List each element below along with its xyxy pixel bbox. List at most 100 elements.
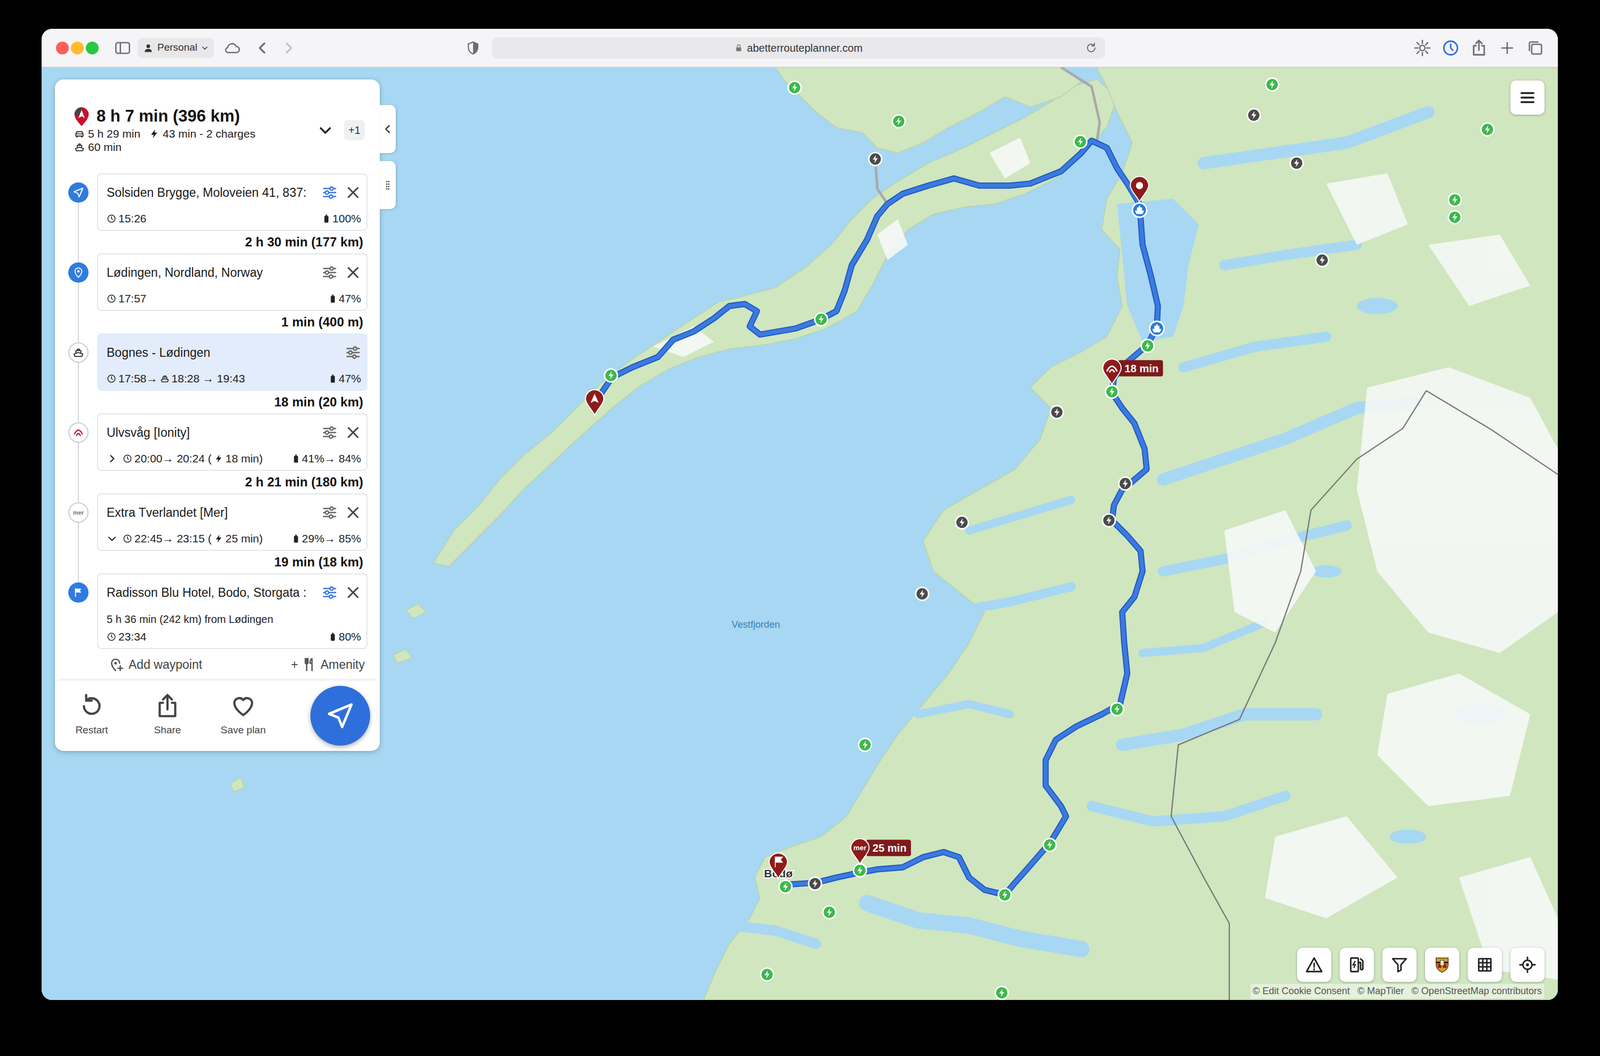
charger-marker[interactable]	[868, 152, 882, 166]
stop-card[interactable]: Radisson Blu Hotel, Bodo, Storgata :5 h …	[97, 573, 368, 650]
settings-gear-icon[interactable]	[1413, 38, 1432, 58]
charger-marker[interactable]	[808, 877, 822, 891]
map-tool-button[interactable]	[1297, 947, 1332, 982]
charger-marker[interactable]	[814, 313, 828, 326]
charger-marker[interactable]	[1050, 405, 1064, 419]
stop-card[interactable]: Solsiden Brygge, Moloveien 41, 837:15:26…	[97, 173, 368, 231]
charger-marker[interactable]	[892, 114, 906, 128]
stop-name[interactable]: Solsiden Brygge, Moloveien 41, 837:	[106, 183, 315, 203]
route-line[interactable]	[594, 140, 1158, 895]
start-navigation-button[interactable]	[310, 685, 371, 746]
route-pin[interactable]: 25 minmer	[850, 838, 911, 865]
action-button[interactable]: Share	[135, 692, 200, 739]
charger-marker[interactable]	[1448, 210, 1462, 224]
map-tool-button[interactable]	[1339, 947, 1374, 982]
stop-name[interactable]: Bognes - Lødingen	[106, 343, 338, 363]
charger-marker[interactable]	[760, 968, 774, 981]
charger-marker[interactable]	[1043, 838, 1056, 852]
extension-icon[interactable]	[1441, 38, 1460, 58]
back-icon[interactable]	[254, 40, 271, 56]
route-pin[interactable]	[769, 852, 788, 879]
charger-marker[interactable]	[1110, 702, 1124, 716]
settings-sliders-icon[interactable]	[321, 504, 338, 521]
remove-stop-icon[interactable]	[345, 584, 362, 601]
action-button[interactable]: Restart	[59, 692, 124, 739]
ferry-marker[interactable]	[1132, 203, 1147, 218]
stop-card[interactable]: Extra Tverlandet [Mer]22:45→ 23:15 (25 m…	[97, 493, 368, 551]
stop-card[interactable]: Bognes - Lødingen17:58→18:28 → 19:4347%	[97, 333, 368, 391]
add-waypoint-button[interactable]: Add waypoint	[108, 655, 203, 675]
charger-marker[interactable]	[1074, 135, 1087, 149]
map-tool-button[interactable]	[1467, 947, 1502, 982]
charger-marker[interactable]	[1448, 193, 1462, 207]
expand-chevron-icon[interactable]	[106, 533, 118, 544]
privacy-shield-icon[interactable]	[465, 40, 482, 56]
address-display[interactable]: abetterrouteplanner.com	[512, 40, 1085, 56]
collapse-panel-button[interactable]	[379, 105, 396, 154]
cloud-icon[interactable]	[223, 38, 242, 58]
charger-marker[interactable]	[788, 81, 802, 94]
minimize-button[interactable]	[70, 41, 84, 55]
stop-name[interactable]: Radisson Blu Hotel, Bodo, Storgata :	[106, 583, 315, 603]
route-pin[interactable]	[1130, 176, 1149, 203]
sidebar-icon[interactable]	[113, 38, 132, 58]
map[interactable]: VestfjordenBodø18 min25 minmer8 h 7 min …	[41, 67, 1558, 1000]
ferry-marker[interactable]	[1149, 321, 1165, 336]
charger-marker[interactable]	[955, 515, 969, 529]
address-text[interactable]: abetterrouteplanner.com	[747, 40, 863, 56]
stop-card[interactable]: Ulvsvåg [Ionity]20:00→ 20:24 (18 min)41%…	[97, 413, 368, 471]
settings-sliders-icon[interactable]	[345, 344, 362, 361]
charger-marker[interactable]	[779, 880, 792, 894]
action-button[interactable]: Save plan	[211, 692, 276, 739]
route-pin[interactable]: 18 min	[1102, 358, 1164, 385]
charger-marker[interactable]	[604, 369, 618, 382]
settings-sliders-icon[interactable]	[321, 264, 338, 281]
charger-marker[interactable]	[998, 888, 1012, 902]
charger-marker[interactable]	[1247, 108, 1261, 122]
new-tab-icon[interactable]	[1498, 38, 1517, 58]
map-menu-button[interactable]	[1510, 80, 1545, 115]
stop-card[interactable]: Lødingen, Nordland, Norway17:5747%	[97, 253, 368, 311]
attribution-link[interactable]: © OpenStreetMap contributors	[1411, 984, 1542, 999]
charger-marker[interactable]	[1118, 477, 1132, 491]
charger-marker[interactable]	[1265, 77, 1279, 91]
charger-marker[interactable]	[995, 986, 1008, 1000]
map-tool-button[interactable]	[1425, 947, 1460, 982]
charger-marker[interactable]	[1141, 339, 1155, 352]
profile-menu[interactable]: Personal	[137, 37, 214, 59]
reload-icon[interactable]	[1084, 41, 1098, 55]
settings-sliders-icon[interactable]	[321, 424, 338, 441]
stop-name[interactable]: Extra Tverlandet [Mer]	[106, 503, 315, 523]
alternatives-button[interactable]: +1	[344, 120, 365, 141]
stop-name[interactable]: Lødingen, Nordland, Norway	[106, 263, 315, 283]
settings-sliders-icon[interactable]	[321, 584, 338, 601]
remove-stop-icon[interactable]	[345, 504, 362, 521]
remove-stop-icon[interactable]	[345, 184, 362, 201]
map-tool-button[interactable]	[1510, 947, 1545, 982]
resize-handle[interactable]	[379, 161, 396, 210]
charger-marker[interactable]	[853, 864, 867, 877]
charger-marker[interactable]	[1315, 253, 1329, 267]
stop-name[interactable]: Ulvsvåg [Ionity]	[106, 423, 315, 443]
attribution-link[interactable]: © MapTiler	[1357, 984, 1405, 999]
settings-sliders-icon[interactable]	[321, 184, 338, 201]
tab-overview-icon[interactable]	[1526, 38, 1545, 58]
expand-chevron-icon[interactable]	[106, 453, 118, 464]
close-button[interactable]	[56, 41, 69, 55]
charger-marker[interactable]	[1290, 156, 1303, 170]
address-bar[interactable]: abetterrouteplanner.com	[491, 37, 1106, 59]
charger-marker[interactable]	[915, 587, 929, 600]
charger-marker[interactable]	[1102, 514, 1116, 527]
charger-marker[interactable]	[1105, 385, 1119, 398]
charger-marker[interactable]	[858, 738, 872, 752]
route-pin[interactable]	[585, 389, 604, 416]
forward-icon[interactable]	[280, 40, 297, 56]
remove-stop-icon[interactable]	[345, 424, 362, 441]
share-icon[interactable]	[1469, 38, 1488, 58]
remove-stop-icon[interactable]	[345, 264, 362, 281]
map-tool-button[interactable]	[1382, 947, 1417, 982]
zoom-button[interactable]	[85, 41, 99, 55]
attribution-link[interactable]: © Edit Cookie Consent	[1252, 984, 1350, 999]
expand-plan-icon[interactable]	[317, 122, 334, 139]
charger-marker[interactable]	[822, 905, 836, 919]
